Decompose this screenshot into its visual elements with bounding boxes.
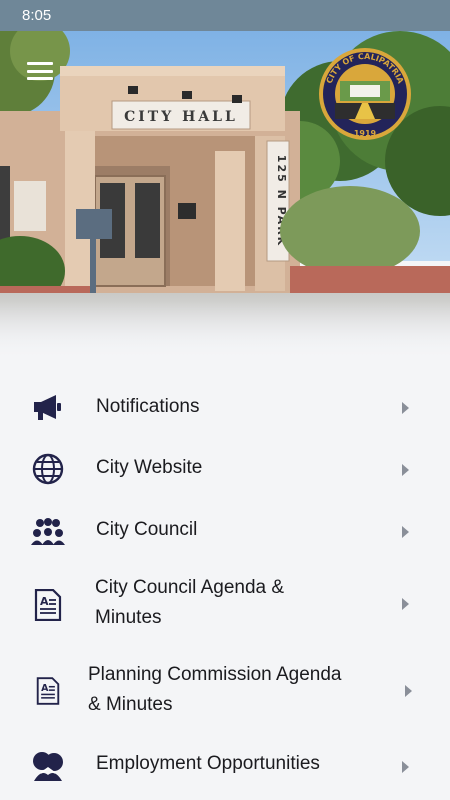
menu-item-label-line2: Minutes — [95, 607, 162, 628]
chevron-right-icon — [402, 598, 409, 610]
menu-item-city-website[interactable]: City Website — [0, 446, 450, 492]
svg-text:A: A — [41, 683, 49, 694]
city-seal: CITY OF CALIPATRIA 1919 — [319, 48, 411, 140]
seal-year: 1919 — [354, 129, 377, 138]
document-icon: A — [31, 588, 65, 622]
megaphone-icon — [31, 390, 65, 424]
menu-item-label-line1: Planning Commission Agenda — [88, 664, 342, 685]
menu-item-label: Planning Commission Agenda & Minutes — [88, 660, 342, 720]
menu-item-label-line2: & Minutes — [88, 694, 173, 715]
city-hall-photo: CITY HALL 125 N PARK CITY OF CALIPATRIA … — [0, 31, 450, 360]
status-time: 8:05 — [22, 7, 52, 24]
menu-item-label: Notifications — [96, 396, 200, 417]
chevron-right-icon — [402, 402, 409, 414]
svg-text:A: A — [40, 595, 49, 608]
menu-item-label: City Council Agenda & Minutes — [95, 573, 284, 633]
chevron-right-icon — [402, 761, 409, 773]
hamburger-menu-icon[interactable] — [27, 62, 53, 80]
menu-item-label: City Council — [96, 519, 198, 540]
menu-item-label: City Website — [96, 457, 203, 478]
menu-item-employment-opportunities[interactable]: Employment Opportunities — [0, 744, 450, 790]
status-bar: 8:05 — [0, 0, 450, 31]
menu-item-label-line1: City Council Agenda & — [95, 577, 285, 598]
building-sign-text: CITY HALL — [124, 109, 238, 125]
menu-item-city-council[interactable]: City Council — [0, 508, 450, 554]
chevron-right-icon — [402, 526, 409, 538]
menu-item-planning-commission-agenda-minutes[interactable]: A Planning Commission Agenda & Minutes — [0, 658, 450, 722]
menu-item-label: Employment Opportunities — [96, 753, 320, 774]
handshake-icon — [31, 750, 65, 784]
hero-image: CITY HALL 125 N PARK CITY OF CALIPATRIA … — [0, 31, 450, 360]
menu-item-city-council-agenda-minutes[interactable]: A City Council Agenda & Minutes — [0, 572, 450, 636]
chevron-right-icon — [405, 685, 412, 697]
menu-item-notifications[interactable]: Notifications — [0, 384, 450, 430]
globe-icon — [31, 452, 65, 486]
main-menu: Notifications City Website City Council … — [0, 360, 450, 800]
chevron-right-icon — [402, 464, 409, 476]
document-icon: A — [31, 674, 65, 708]
group-icon — [31, 514, 65, 548]
